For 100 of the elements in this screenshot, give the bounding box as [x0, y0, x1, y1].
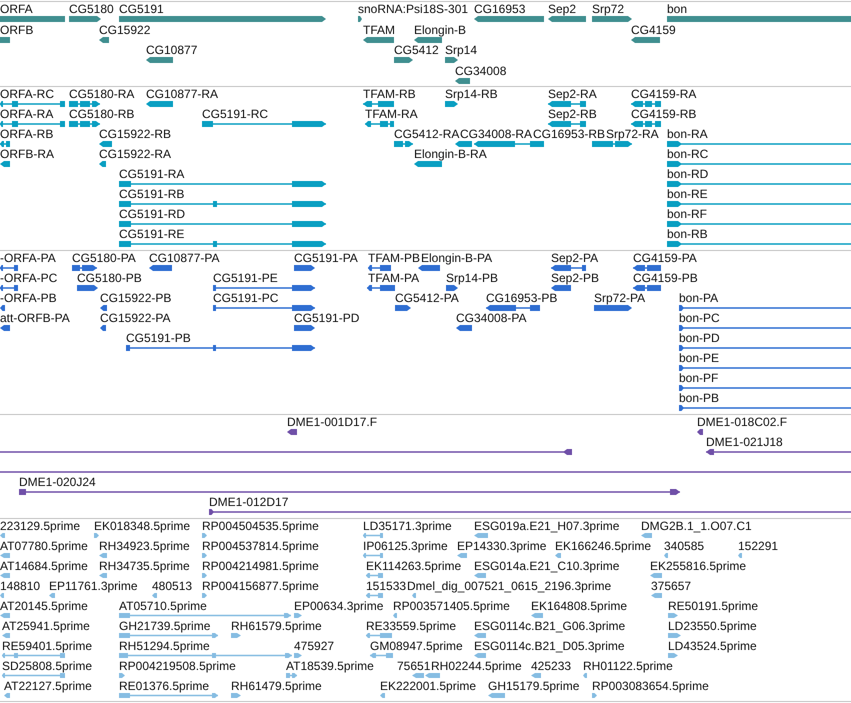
protein-glyph[interactable]: [368, 265, 391, 271]
protein-glyph[interactable]: [551, 265, 586, 271]
transcript-glyph[interactable]: [548, 121, 586, 127]
est-glyph[interactable]: [49, 593, 55, 598]
protein-glyph[interactable]: [551, 285, 571, 291]
transcript-glyph[interactable]: [592, 141, 632, 147]
gene-glyph[interactable]: [631, 37, 660, 43]
protein-glyph[interactable]: [126, 345, 315, 351]
est-glyph[interactable]: [474, 653, 486, 658]
protein-glyph[interactable]: [149, 265, 172, 271]
est-glyph[interactable]: [664, 553, 668, 558]
gene-glyph[interactable]: [474, 16, 544, 22]
protein-glyph[interactable]: [633, 265, 661, 271]
est-glyph[interactable]: [231, 633, 241, 638]
protein-glyph[interactable]: [213, 305, 315, 311]
est-glyph[interactable]: [0, 613, 10, 618]
protein-glyph[interactable]: [679, 325, 851, 331]
gene-glyph[interactable]: [592, 16, 632, 22]
est-glyph[interactable]: [294, 613, 302, 618]
clone-glyph[interactable]: [19, 489, 680, 495]
est-glyph[interactable]: [119, 633, 218, 638]
transcript-glyph[interactable]: [474, 141, 544, 147]
clone-glyph[interactable]: [697, 429, 703, 435]
transcript-glyph[interactable]: [455, 141, 472, 147]
gene-glyph[interactable]: [363, 37, 394, 43]
transcript-glyph[interactable]: [119, 181, 326, 187]
protein-glyph[interactable]: [594, 305, 632, 311]
gene-glyph[interactable]: [445, 57, 458, 63]
est-glyph[interactable]: [370, 653, 393, 658]
est-glyph[interactable]: [668, 653, 678, 658]
est-glyph[interactable]: [366, 573, 383, 578]
transcript-glyph[interactable]: [69, 101, 100, 107]
gene-glyph[interactable]: [414, 37, 442, 43]
protein-glyph[interactable]: [395, 305, 411, 311]
protein-glyph[interactable]: [456, 325, 472, 331]
transcript-glyph[interactable]: [119, 241, 326, 247]
protein-glyph[interactable]: [100, 325, 106, 331]
est-glyph[interactable]: [2, 673, 65, 678]
transcript-glyph[interactable]: [667, 201, 851, 207]
est-glyph[interactable]: [119, 613, 291, 618]
protein-glyph[interactable]: [486, 305, 540, 311]
est-glyph[interactable]: [231, 693, 241, 698]
est-glyph[interactable]: [119, 693, 218, 698]
protein-glyph[interactable]: [213, 285, 315, 291]
est-glyph[interactable]: [99, 553, 107, 558]
transcript-glyph[interactable]: [119, 221, 326, 227]
transcript-glyph[interactable]: [631, 121, 661, 127]
protein-glyph[interactable]: [0, 265, 18, 271]
protein-glyph[interactable]: [679, 405, 851, 411]
transcript-glyph[interactable]: [69, 121, 100, 127]
gene-glyph[interactable]: [358, 16, 362, 22]
est-glyph[interactable]: [202, 553, 207, 558]
protein-glyph[interactable]: [367, 285, 395, 291]
est-glyph[interactable]: [363, 533, 383, 538]
protein-glyph[interactable]: [0, 305, 5, 311]
protein-glyph[interactable]: [418, 265, 440, 271]
est-glyph[interactable]: [366, 593, 383, 598]
est-glyph[interactable]: [393, 613, 397, 618]
est-glyph[interactable]: [583, 673, 587, 678]
est-glyph[interactable]: [119, 653, 292, 658]
clone-glyph[interactable]: [0, 469, 851, 475]
est-glyph[interactable]: [412, 673, 424, 678]
protein-glyph[interactable]: [72, 265, 97, 271]
transcript-glyph[interactable]: [667, 241, 851, 247]
clone-glyph[interactable]: [0, 449, 572, 455]
est-glyph[interactable]: [294, 653, 302, 658]
est-glyph[interactable]: [641, 533, 652, 538]
transcript-glyph[interactable]: [119, 201, 326, 207]
clone-glyph[interactable]: [209, 509, 851, 515]
est-glyph[interactable]: [286, 673, 297, 678]
est-glyph[interactable]: [474, 573, 486, 578]
protein-glyph[interactable]: [446, 285, 458, 291]
est-glyph[interactable]: [4, 693, 10, 698]
est-glyph[interactable]: [380, 693, 385, 698]
clone-glyph[interactable]: [706, 449, 851, 455]
transcript-glyph[interactable]: [99, 141, 112, 147]
transcript-glyph[interactable]: [667, 221, 851, 227]
transcript-glyph[interactable]: [667, 181, 851, 187]
est-glyph[interactable]: [2, 653, 65, 658]
est-glyph[interactable]: [555, 553, 561, 558]
transcript-glyph[interactable]: [0, 161, 10, 167]
protein-glyph[interactable]: [679, 365, 851, 371]
est-glyph[interactable]: [668, 633, 681, 638]
clone-glyph[interactable]: [287, 429, 297, 435]
est-glyph[interactable]: [99, 573, 107, 578]
est-glyph[interactable]: [531, 673, 541, 678]
est-glyph[interactable]: [0, 573, 10, 578]
est-glyph[interactable]: [474, 533, 488, 538]
est-glyph[interactable]: [94, 533, 99, 538]
est-glyph[interactable]: [202, 533, 207, 538]
gene-glyph[interactable]: [69, 16, 101, 22]
transcript-glyph[interactable]: [202, 121, 326, 127]
gene-glyph[interactable]: [99, 37, 109, 43]
transcript-glyph[interactable]: [548, 101, 586, 107]
transcript-glyph[interactable]: [363, 101, 394, 107]
protein-glyph[interactable]: [633, 285, 661, 291]
protein-glyph[interactable]: [100, 305, 107, 311]
est-glyph[interactable]: [366, 633, 392, 638]
protein-glyph[interactable]: [294, 265, 315, 271]
transcript-glyph[interactable]: [365, 121, 394, 127]
